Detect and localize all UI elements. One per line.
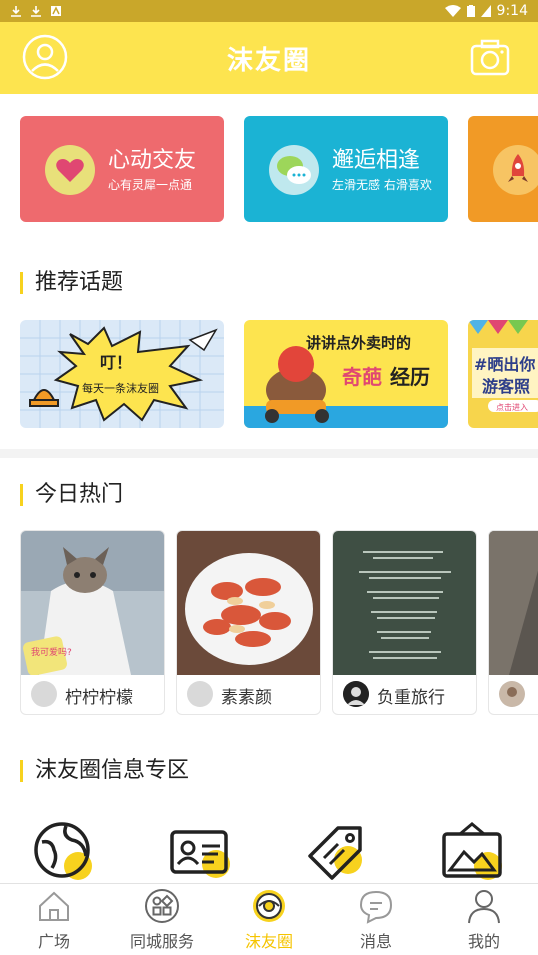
post-username[interactable]: 负重旅行 (377, 683, 445, 708)
card-rocket[interactable] (468, 116, 538, 222)
profile-avatar-icon[interactable] (22, 34, 68, 80)
topic-tourist-illustration: #晒出你 游客照 点击进入 (468, 320, 538, 428)
section-title-hot: 今日热门 (20, 484, 123, 506)
card-title: 邂逅相逢 (332, 148, 421, 173)
user-icon (468, 890, 500, 924)
download-icon (31, 6, 41, 17)
price-tag-icon[interactable] (304, 820, 368, 884)
topic-tourist-line1: #晒出你 (474, 355, 535, 374)
clock: 9:14 (496, 3, 528, 19)
avatar[interactable] (499, 681, 525, 707)
post-username[interactable]: 素素颜 (221, 683, 272, 708)
info-category-icons (0, 820, 538, 884)
card-encounter[interactable]: 邂逅相逢 左滑无感 右滑喜欢 (244, 116, 448, 222)
tab-moyouquan[interactable]: 沫友圈 (215, 884, 323, 955)
app-header: 沫友圈 (0, 22, 538, 94)
tab-square[interactable]: 广场 (0, 884, 108, 955)
topic-card-takeout[interactable]: 讲讲点外卖时的 奇葩 经历 (244, 320, 448, 428)
tab-local-services[interactable]: 同城服务 (108, 884, 216, 955)
topic-card-daily[interactable]: 叮！ 每天一条沫友圈 (20, 320, 224, 428)
topic-daily-illustration: 叮！ 每天一条沫友圈 (20, 320, 224, 428)
app-notification-icon (51, 6, 61, 16)
section-title-topics: 推荐话题 (20, 272, 123, 294)
topic-daily-line1: 叮！ (100, 353, 132, 372)
tab-label: 广场 (37, 932, 70, 951)
tab-label: 同城服务 (129, 932, 194, 951)
chat-bubbles-icon (269, 145, 319, 195)
tab-label: 沫友圈 (244, 932, 293, 951)
tab-label: 我的 (467, 932, 500, 951)
topic-takeout-illustration: 讲讲点外卖时的 奇葩 经历 (244, 320, 448, 428)
post-sticker-text: 我可爱吗? (31, 647, 72, 658)
hot-post-card[interactable] (488, 530, 538, 715)
status-bar: 9:14 (0, 0, 538, 22)
signal-icon (480, 5, 491, 17)
post-photo-lyrics (333, 531, 476, 675)
topic-tourist-badge: 点击进入 (496, 402, 528, 412)
topic-daily-line2: 每天一条沫友圈 (82, 381, 159, 395)
feature-cards: 心动交友 心有灵犀一点通 邂逅相逢 左滑无感 右滑喜欢 (20, 116, 538, 222)
post-photo-crayfish (177, 531, 320, 675)
card-title: 心动交友 (108, 148, 197, 173)
post-username[interactable]: 柠柠柠檬 (65, 683, 133, 708)
hot-post-carousel: 我可爱吗? 柠柠柠檬 素素颜 负重旅行 (20, 530, 538, 716)
picture-frame-icon[interactable] (440, 820, 504, 884)
globe-icon[interactable] (32, 820, 96, 884)
tab-messages[interactable]: 消息 (322, 884, 430, 955)
home-icon (39, 891, 69, 921)
section-title-info: 沫友圈信息专区 (20, 760, 189, 782)
topic-takeout-line1: 讲讲点外卖时的 (306, 334, 411, 352)
download-icon (11, 6, 21, 17)
camera-icon[interactable] (470, 38, 510, 78)
rocket-icon (493, 145, 538, 195)
section-divider (0, 449, 538, 458)
topic-tourist-line2: 游客照 (482, 377, 530, 396)
message-icon (359, 890, 393, 924)
avatar[interactable] (187, 681, 213, 707)
card-subtitle: 心有灵犀一点通 (108, 178, 193, 192)
grid-icon (145, 889, 179, 923)
hot-post-card[interactable]: 我可爱吗? 柠柠柠檬 (20, 530, 165, 715)
tab-label: 消息 (359, 932, 392, 951)
heart-icon (45, 145, 95, 195)
avatar[interactable] (31, 681, 57, 707)
post-photo-kitten: 我可爱吗? (21, 531, 164, 675)
topic-card-tourist[interactable]: #晒出你 游客照 点击进入 (468, 320, 538, 428)
hot-post-card[interactable]: 负重旅行 (332, 530, 477, 715)
topic-carousel: 叮！ 每天一条沫友圈 讲讲点外卖时的 奇葩 经历 #晒出你 游客照 点击进入 (20, 320, 538, 428)
card-subtitle: 左滑无感 右滑喜欢 (332, 178, 432, 192)
post-photo-partial (489, 531, 538, 675)
topic-takeout-highlight: 奇葩 (342, 365, 382, 389)
id-card-icon[interactable] (168, 820, 232, 884)
hot-post-card[interactable]: 素素颜 (176, 530, 321, 715)
battery-icon (466, 5, 475, 17)
card-heart-match[interactable]: 心动交友 心有灵犀一点通 (20, 116, 224, 222)
avatar[interactable] (343, 681, 369, 707)
topic-takeout-line2: 经历 (390, 365, 430, 389)
tab-profile[interactable]: 我的 (430, 884, 538, 955)
bottom-tab-bar: 广场 同城服务 沫友圈 消息 我的 (0, 883, 538, 954)
wifi-icon (444, 5, 461, 17)
eye-icon (253, 890, 285, 922)
page-title: 沫友圈 (226, 45, 311, 76)
